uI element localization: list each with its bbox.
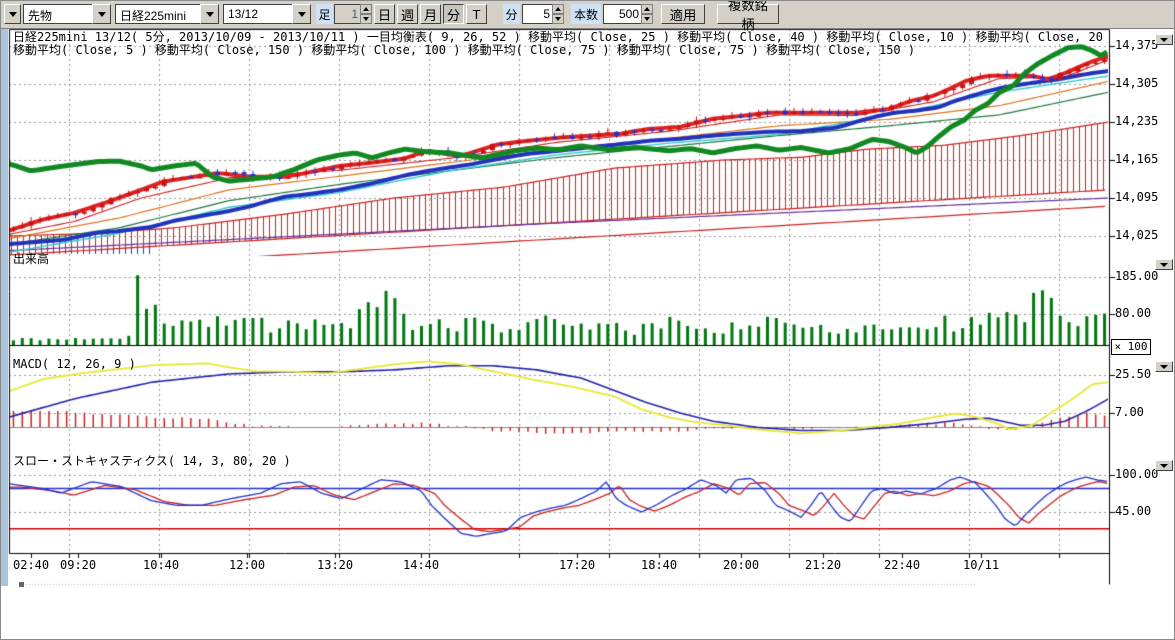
x-axis-label: 22:40 xyxy=(884,559,920,572)
price-axis-label: 14,095 xyxy=(1115,191,1158,204)
ashi-value: 1 xyxy=(334,4,360,24)
spin-up-button[interactable] xyxy=(360,4,372,14)
chevron-down-icon xyxy=(98,12,106,17)
period-month-button[interactable]: 月 xyxy=(420,4,441,24)
x-axis-label: 14:40 xyxy=(403,559,439,572)
bars-spinner[interactable]: 500 xyxy=(603,4,653,24)
ashi-label: 足 xyxy=(316,4,333,24)
chevron-down-icon xyxy=(1160,263,1168,267)
symbol-value: 日経225mini xyxy=(115,4,200,24)
chart-canvas[interactable] xyxy=(1,1,1175,640)
contract-drop-button[interactable] xyxy=(292,4,311,24)
stoch-axis-label: 45.00 xyxy=(1115,505,1151,518)
volume-multiplier-badge: × 100 xyxy=(1111,339,1151,355)
price-axis-label: 14,025 xyxy=(1115,229,1158,242)
chevron-down-icon xyxy=(298,12,306,17)
macd-axis-label: 7.00 xyxy=(1115,406,1144,419)
apply-button[interactable]: 適用 xyxy=(661,4,705,24)
chart-application-window: 先物 日経225mini 13/12 足 1 日 週 月 分 T 分 5 本数 … xyxy=(0,0,1175,640)
x-axis-label: 18:40 xyxy=(641,559,677,572)
contract-value: 13/12 xyxy=(223,4,292,24)
minute-value: 5 xyxy=(522,4,552,24)
multi-symbol-button[interactable]: 複数銘柄 xyxy=(717,4,779,24)
category-combo[interactable]: 先物 xyxy=(23,4,111,24)
x-axis-label: 13:20 xyxy=(317,559,353,572)
contract-combo[interactable]: 13/12 xyxy=(223,4,311,24)
toolbar: 先物 日経225mini 13/12 足 1 日 週 月 分 T 分 5 本数 … xyxy=(1,1,1175,29)
stoch-axis-scroll-button[interactable] xyxy=(1155,460,1173,471)
x-axis-label: 21:20 xyxy=(805,559,841,572)
chevron-down-icon xyxy=(9,12,17,17)
minute-spinner[interactable]: 5 xyxy=(522,4,564,24)
period-minute-button[interactable]: 分 xyxy=(443,4,464,24)
hscroll-thumb[interactable] xyxy=(19,582,24,587)
symbol-combo[interactable]: 日経225mini xyxy=(115,4,219,24)
window-dropdown-button[interactable] xyxy=(4,4,21,24)
stoch-panel-label: スロー・ストキャスティクス( 14, 3, 80, 20 ) xyxy=(13,455,291,468)
period-week-button[interactable]: 週 xyxy=(397,4,418,24)
chart-title-line1: 日経225mini 13/12( 5分, 2013/10/09 - 2013/1… xyxy=(13,31,1105,44)
x-axis-label: 10/11 xyxy=(963,559,999,572)
category-value: 先物 xyxy=(23,4,92,24)
x-axis-label: 17:20 xyxy=(559,559,595,572)
spin-up-button[interactable] xyxy=(641,4,653,14)
volume-axis-label: 185.00 xyxy=(1115,270,1158,283)
x-axis-label: 10:40 xyxy=(143,559,179,572)
price-axis-label: 14,375 xyxy=(1115,39,1158,52)
minute-label: 分 xyxy=(503,4,520,24)
x-axis-label: 12:00 xyxy=(229,559,265,572)
spin-up-button[interactable] xyxy=(552,4,564,14)
period-tick-button[interactable]: T xyxy=(466,4,487,24)
price-axis-scroll-button[interactable] xyxy=(1155,34,1173,45)
bars-label: 本数 xyxy=(571,4,601,24)
symbol-drop-button[interactable] xyxy=(200,4,219,24)
chart-title-line2: 移動平均( Close, 5 ) 移動平均( Close, 150 ) 移動平均… xyxy=(13,44,1105,57)
chevron-down-icon xyxy=(1160,464,1168,468)
spin-down-button[interactable] xyxy=(360,14,372,24)
period-day-button[interactable]: 日 xyxy=(374,4,395,24)
category-drop-button[interactable] xyxy=(92,4,111,24)
price-axis-label: 14,165 xyxy=(1115,153,1158,166)
volume-axis-label: 80.00 xyxy=(1115,307,1151,320)
left-edge-strip xyxy=(1,29,8,586)
macd-axis-scroll-button[interactable] xyxy=(1155,361,1173,372)
x-axis-label: 09:20 xyxy=(60,559,96,572)
spin-down-button[interactable] xyxy=(552,14,564,24)
chevron-down-icon xyxy=(1160,365,1168,369)
price-axis-label: 14,305 xyxy=(1115,77,1158,90)
volume-axis-scroll-button[interactable] xyxy=(1155,259,1173,270)
chevron-down-icon xyxy=(1160,38,1168,42)
x-axis-label: 02:40 xyxy=(13,559,49,572)
volume-panel-label: 出来高 xyxy=(13,253,49,266)
spin-down-button[interactable] xyxy=(641,14,653,24)
macd-panel-label: MACD( 12, 26, 9 ) xyxy=(13,358,136,371)
ashi-spinner[interactable]: 1 xyxy=(334,4,372,24)
bars-value: 500 xyxy=(603,4,641,24)
macd-axis-label: 25.50 xyxy=(1115,368,1151,381)
x-axis-label: 20:00 xyxy=(723,559,759,572)
chevron-down-icon xyxy=(206,12,214,17)
price-axis-label: 14,235 xyxy=(1115,115,1158,128)
stoch-axis-label: 100.00 xyxy=(1115,468,1158,481)
